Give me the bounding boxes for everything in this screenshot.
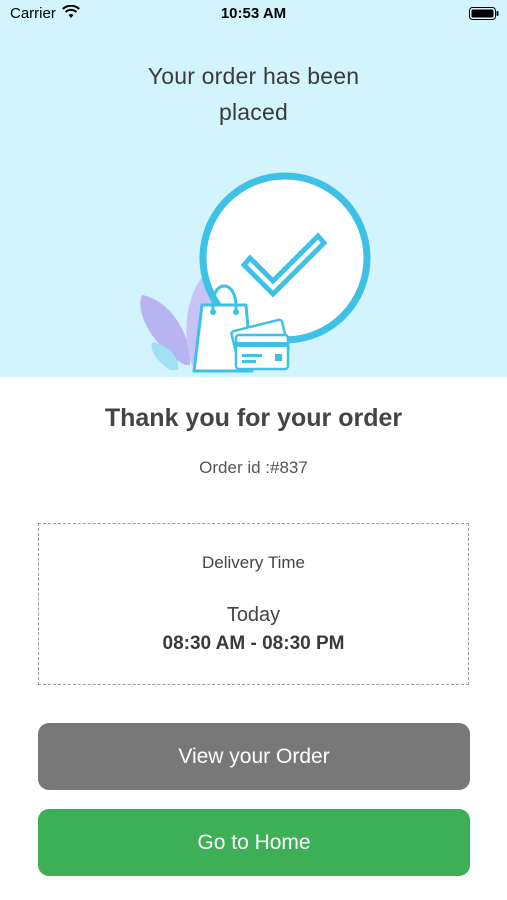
thank-you-heading: Thank you for your order [104,404,403,432]
view-order-button[interactable]: View your Order [38,723,470,790]
order-confirmation-screen: Your order has been placed Carrier 10:53… [0,0,507,900]
hero-banner: Your order has been placed [0,0,507,377]
hero-title: Your order has been placed [0,58,507,130]
status-bar: Carrier 10:53 AM [0,0,507,30]
delivery-time-label: Delivery Time [202,553,305,572]
hero-title-line-1: Your order has been [147,63,360,89]
battery-icon [469,7,499,20]
order-placed-illustration [140,172,371,373]
hero-title-line-2: placed [219,99,288,125]
order-id-label: Order id :#837 [199,458,308,477]
status-time: 10:53 AM [220,5,287,22]
delivery-window: 08:30 AM - 08:30 PM [162,633,345,654]
delivery-time-card: Delivery Time Today 08:30 AM - 08:30 PM [38,523,469,685]
delivery-day: Today [226,604,281,626]
go-home-button[interactable]: Go to Home [38,809,470,876]
